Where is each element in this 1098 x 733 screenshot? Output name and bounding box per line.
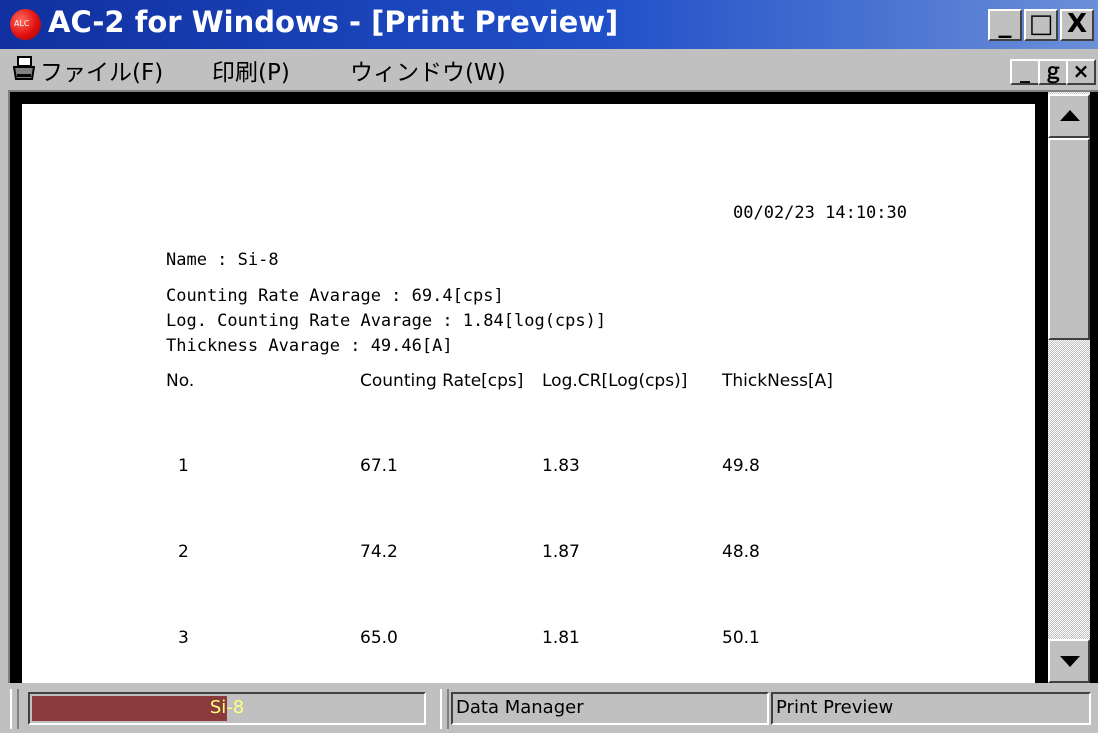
menu-window[interactable]: ウィンドウ(W) bbox=[350, 53, 506, 87]
column-header-no: No. bbox=[166, 371, 195, 391]
column-header-thickness: ThickNess[A] bbox=[722, 371, 833, 391]
table-cell-counting-rate: 74.2 bbox=[360, 542, 398, 562]
status-data-manager-text: Data Manager bbox=[456, 697, 584, 718]
table-cell-counting-rate: 65.0 bbox=[360, 628, 398, 648]
menu-file[interactable]: ファイル(F) bbox=[40, 53, 163, 87]
title-bar: ALC AC-2 for Windows - [Print Preview] _… bbox=[0, 0, 1098, 49]
maximize-button[interactable]: □ bbox=[1024, 9, 1058, 41]
status-print-preview-text: Print Preview bbox=[776, 697, 894, 718]
status-grip bbox=[10, 689, 19, 729]
table-cell-log-cr: 1.87 bbox=[542, 542, 580, 562]
scroll-up-button[interactable] bbox=[1048, 94, 1090, 138]
menu-bar bbox=[0, 49, 1098, 90]
app-logo-text: ALC bbox=[14, 19, 30, 28]
minimize-button[interactable]: _ bbox=[988, 9, 1022, 41]
table-cell-thickness: 49.8 bbox=[722, 456, 760, 476]
close-button[interactable]: X bbox=[1060, 9, 1094, 41]
window-title: AC-2 for Windows - [Print Preview] bbox=[48, 5, 619, 39]
report-timestamp: 00/02/23 14:10:30 bbox=[733, 203, 907, 223]
report-counting-rate-average: Counting Rate Avarage : 69.4[cps] bbox=[166, 286, 504, 306]
status-panel-data-manager: Data Manager bbox=[451, 692, 769, 725]
printer-icon[interactable] bbox=[13, 56, 35, 82]
status-grip bbox=[440, 689, 449, 729]
table-cell-counting-rate: 67.1 bbox=[360, 456, 398, 476]
scrollbar-thumb[interactable] bbox=[1048, 138, 1090, 340]
mdi-close-button[interactable]: × bbox=[1066, 59, 1096, 85]
column-header-log-cr: Log.CR[Log(cps)] bbox=[542, 371, 688, 391]
table-cell-no: 1 bbox=[178, 456, 189, 476]
report-log-counting-rate-average: Log. Counting Rate Avarage : 1.84[log(cp… bbox=[166, 311, 607, 331]
scroll-up-icon bbox=[1060, 110, 1080, 121]
report-thickness-average: Thickness Avarage : 49.46[A] bbox=[166, 336, 453, 356]
app-logo-icon[interactable]: ALC bbox=[10, 9, 41, 40]
table-cell-no: 3 bbox=[178, 628, 189, 648]
menu-print[interactable]: 印刷(P) bbox=[212, 53, 290, 87]
column-header-counting-rate: Counting Rate[cps] bbox=[360, 371, 524, 391]
table-cell-thickness: 50.1 bbox=[722, 628, 760, 648]
scroll-down-button[interactable] bbox=[1048, 639, 1090, 683]
progress-label: Si-8 bbox=[209, 697, 245, 718]
report-name: Name : Si-8 bbox=[166, 250, 279, 270]
scroll-down-icon bbox=[1060, 656, 1080, 667]
table-cell-thickness: 48.8 bbox=[722, 542, 760, 562]
table-cell-no: 2 bbox=[178, 542, 189, 562]
status-panel-print-preview: Print Preview bbox=[771, 692, 1091, 725]
table-cell-log-cr: 1.83 bbox=[542, 456, 580, 476]
page-edge bbox=[1035, 104, 1045, 683]
mdi-minimize-button[interactable]: _ bbox=[1010, 59, 1040, 85]
mdi-restore-button[interactable]: ｇ bbox=[1038, 59, 1068, 85]
preview-page bbox=[22, 104, 1035, 683]
table-cell-log-cr: 1.81 bbox=[542, 628, 580, 648]
status-progress-panel: Si-8 bbox=[28, 692, 426, 725]
